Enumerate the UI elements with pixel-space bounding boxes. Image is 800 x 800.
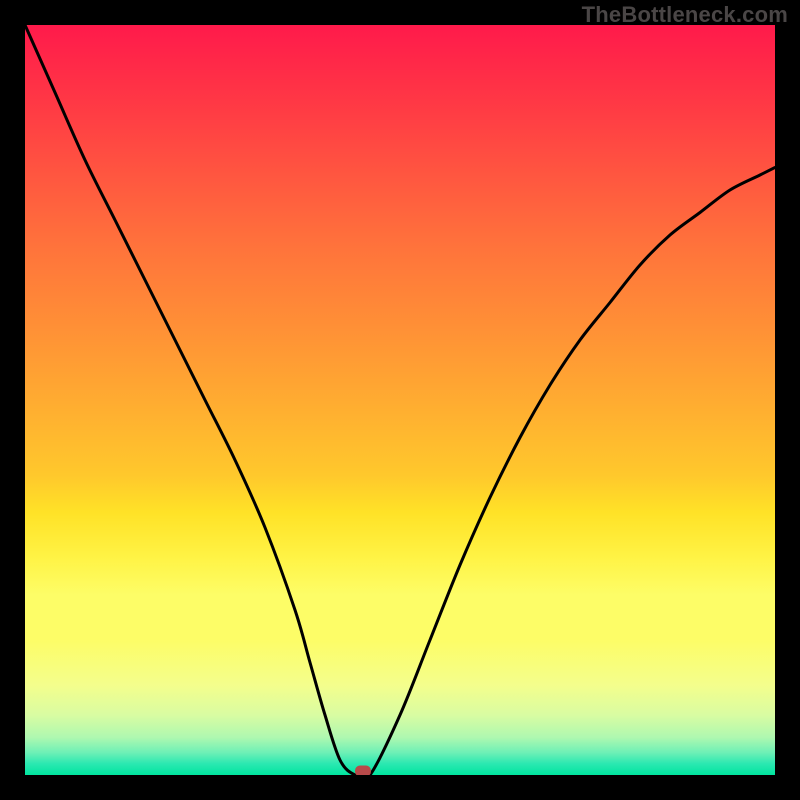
plot-area [25,25,775,775]
bottleneck-curve [25,25,775,775]
watermark-text: TheBottleneck.com [582,2,788,28]
chart-frame: TheBottleneck.com [0,0,800,800]
minimum-marker [355,766,371,775]
